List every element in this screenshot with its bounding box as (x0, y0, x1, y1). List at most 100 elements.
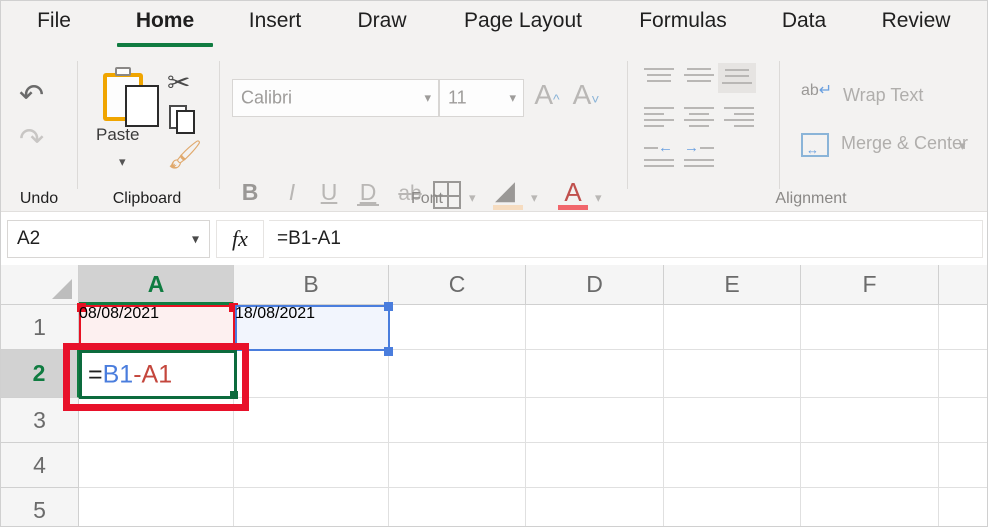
cell-g3[interactable] (939, 398, 987, 443)
active-tab-indicator (117, 43, 213, 47)
cell-b1-value: 18/08/2021 (235, 305, 316, 322)
tab-home[interactable]: Home (115, 9, 215, 47)
ribbon-tab-bar: File Home Insert Draw Page Layout Formul… (1, 1, 987, 53)
cell-g5[interactable] (939, 488, 987, 526)
align-middle-icon[interactable] (682, 65, 716, 89)
align-right-icon[interactable] (722, 105, 756, 129)
cell-c2[interactable] (389, 350, 526, 398)
cell-a4[interactable] (79, 443, 234, 488)
cell-d5[interactable] (526, 488, 664, 526)
cell-c4[interactable] (389, 443, 526, 488)
cell-g4[interactable] (939, 443, 987, 488)
tab-file[interactable]: File (19, 9, 89, 47)
cell-b2[interactable] (234, 350, 389, 398)
format-painter-paintbrush-icon[interactable]: 🖌 (167, 141, 203, 169)
cell-e3[interactable] (664, 398, 801, 443)
cell-e4[interactable] (664, 443, 801, 488)
row-header-5[interactable]: 5 (1, 488, 79, 526)
cell-d3[interactable] (526, 398, 664, 443)
tab-data[interactable]: Data (763, 9, 845, 47)
cell-c3[interactable] (389, 398, 526, 443)
wrap-text-button[interactable]: ab↵ Wrap Text (801, 83, 981, 113)
tab-review[interactable]: Review (859, 9, 973, 47)
row-header-1[interactable]: 1 (1, 305, 79, 350)
increase-font-size-icon[interactable]: A^ (532, 81, 562, 109)
column-header-partial[interactable] (939, 265, 987, 305)
group-label-font: Font (410, 190, 443, 207)
formula-bar: A2 ▾ fx =B1-A1 (1, 212, 987, 265)
cell-b1[interactable]: 18/08/2021 (235, 305, 390, 351)
row-header-4[interactable]: 4 (1, 443, 79, 488)
column-header-d[interactable]: D (526, 265, 664, 305)
tab-page-layout[interactable]: Page Layout (441, 9, 605, 47)
align-center-icon[interactable] (682, 105, 716, 129)
cell-f3[interactable] (801, 398, 939, 443)
cell-e2[interactable] (664, 350, 801, 398)
align-top-icon[interactable] (642, 65, 676, 89)
cut-scissors-icon[interactable]: ✂ (167, 69, 190, 97)
paste-button[interactable] (99, 67, 159, 127)
cell-g1[interactable] (939, 305, 987, 350)
cell-b5[interactable] (234, 488, 389, 526)
name-box-chevron-down-icon[interactable]: ▾ (192, 231, 199, 248)
column-header-c[interactable]: C (389, 265, 526, 305)
cell-a2-editing[interactable]: =B1-A1 (79, 350, 237, 399)
cell-g2[interactable] (939, 350, 987, 398)
font-size-select[interactable]: 11 ▾ (439, 79, 524, 117)
cell-b4[interactable] (234, 443, 389, 488)
cell-a2-formula-text: =B1-A1 (88, 360, 172, 389)
column-header-f[interactable]: F (801, 265, 939, 305)
cell-c1[interactable] (389, 305, 526, 350)
cell-d1[interactable] (526, 305, 664, 350)
cell-f4[interactable] (801, 443, 939, 488)
decrease-font-size-icon[interactable]: A˅ (571, 81, 601, 109)
copy-icon[interactable] (169, 105, 199, 135)
paste-label: Paste (96, 125, 140, 144)
column-header-f-label: F (862, 271, 877, 297)
cell-e5[interactable] (664, 488, 801, 526)
tab-draw[interactable]: Draw (337, 9, 427, 47)
cell-d2[interactable] (526, 350, 664, 398)
paste-dropdown-chevron-down-icon[interactable]: ▾ (119, 155, 126, 168)
column-header-b[interactable]: B (234, 265, 389, 305)
column-header-a-label: A (147, 271, 165, 297)
select-all-triangle-icon (52, 279, 72, 299)
cell-b3[interactable] (234, 398, 389, 443)
select-all-corner[interactable] (1, 265, 79, 305)
insert-function-icon[interactable]: fx (216, 220, 264, 258)
cell-a1[interactable]: 08/08/2021 (79, 305, 235, 351)
clipboard-clip (115, 67, 131, 76)
tab-formulas[interactable]: Formulas (619, 9, 747, 47)
row-header-2[interactable]: 2 (1, 350, 79, 398)
column-header-a[interactable]: A (79, 265, 234, 305)
column-header-e[interactable]: E (664, 265, 801, 305)
formula-value: =B1-A1 (277, 228, 341, 249)
decrease-indent-icon[interactable]: ← (642, 139, 678, 169)
cell-e1[interactable] (664, 305, 801, 350)
cell-f2[interactable] (801, 350, 939, 398)
cell-f1[interactable] (801, 305, 939, 350)
formula-input[interactable]: =B1-A1 (269, 220, 983, 258)
increase-indent-icon[interactable]: → (682, 139, 718, 169)
undo-button[interactable]: ↶ (19, 81, 44, 111)
spreadsheet-grid[interactable]: A B C D E F 1 2 3 4 5 08/08/2021 18/08/2… (1, 265, 987, 526)
align-left-icon[interactable] (642, 105, 676, 129)
cell-d4[interactable] (526, 443, 664, 488)
cell-c5[interactable] (389, 488, 526, 526)
merge-center-button[interactable]: ↔ Merge & Center ▾ (801, 131, 981, 163)
font-family-select[interactable]: Calibri ▾ (232, 79, 439, 117)
cell-f5[interactable] (801, 488, 939, 526)
group-label-alignment: Alignment (775, 190, 847, 207)
cell-a5[interactable] (79, 488, 234, 526)
redo-button[interactable]: ↷ (19, 125, 44, 155)
edit-handle-bottomright[interactable] (230, 391, 238, 399)
tab-insert[interactable]: Insert (229, 9, 321, 47)
excel-window: File Home Insert Draw Page Layout Formul… (0, 0, 988, 527)
align-bottom-icon[interactable] (718, 63, 756, 93)
merge-center-chevron-down-icon[interactable]: ▾ (959, 139, 966, 152)
group-divider-1 (77, 61, 78, 189)
paste-page-icon (125, 85, 159, 127)
row-header-3[interactable]: 3 (1, 398, 79, 443)
name-box[interactable]: A2 ▾ (7, 220, 210, 258)
cell-a3[interactable] (79, 398, 234, 443)
